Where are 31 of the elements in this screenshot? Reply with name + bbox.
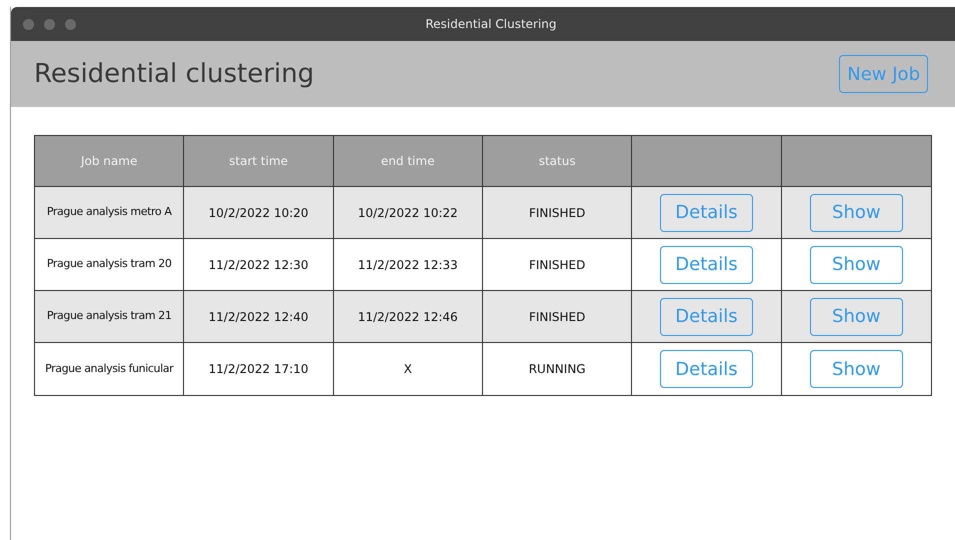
table-cell: 10/2/2022 10:20	[184, 187, 334, 239]
table-cell: X	[334, 343, 483, 395]
column-header: Job name	[35, 136, 184, 187]
page-title: Residential clustering	[34, 58, 314, 90]
show-button[interactable]: Show	[810, 246, 903, 284]
column-header: end time	[334, 136, 483, 187]
show-button[interactable]: Show	[810, 298, 903, 336]
window-close-icon[interactable]	[23, 18, 34, 30]
table-cell: 11/2/2022 12:46	[334, 291, 483, 343]
table-cell: Prague analysis tram 21	[35, 291, 184, 343]
column-header: status	[482, 136, 632, 187]
details-button[interactable]: Details	[660, 298, 753, 336]
table-cell: 11/2/2022 12:30	[184, 239, 334, 291]
column-header: start time	[184, 136, 334, 187]
show-button[interactable]: Show	[810, 350, 903, 388]
table-cell: 11/2/2022 12:33	[334, 239, 483, 291]
table-cell: 10/2/2022 10:22	[334, 187, 483, 239]
table-cell: Prague analysis metro A	[35, 187, 184, 239]
window-title: Residential Clustering	[424, 16, 558, 33]
table-cell: FINISHED	[482, 291, 632, 343]
window-minimize-icon[interactable]	[44, 18, 55, 30]
details-button[interactable]: Details	[660, 246, 753, 284]
table-cell: FINISHED	[482, 239, 632, 291]
details-button[interactable]: Details	[660, 194, 753, 232]
new-job-button[interactable]: New Job	[839, 55, 928, 93]
table-cell: Prague analysis tram 20	[35, 239, 184, 291]
show-button[interactable]: Show	[810, 194, 903, 232]
window-maximize-icon[interactable]	[65, 18, 76, 30]
table-cell: 11/2/2022 12:40	[184, 291, 334, 343]
details-button[interactable]: Details	[660, 350, 753, 388]
table-cell: FINISHED	[482, 187, 632, 239]
